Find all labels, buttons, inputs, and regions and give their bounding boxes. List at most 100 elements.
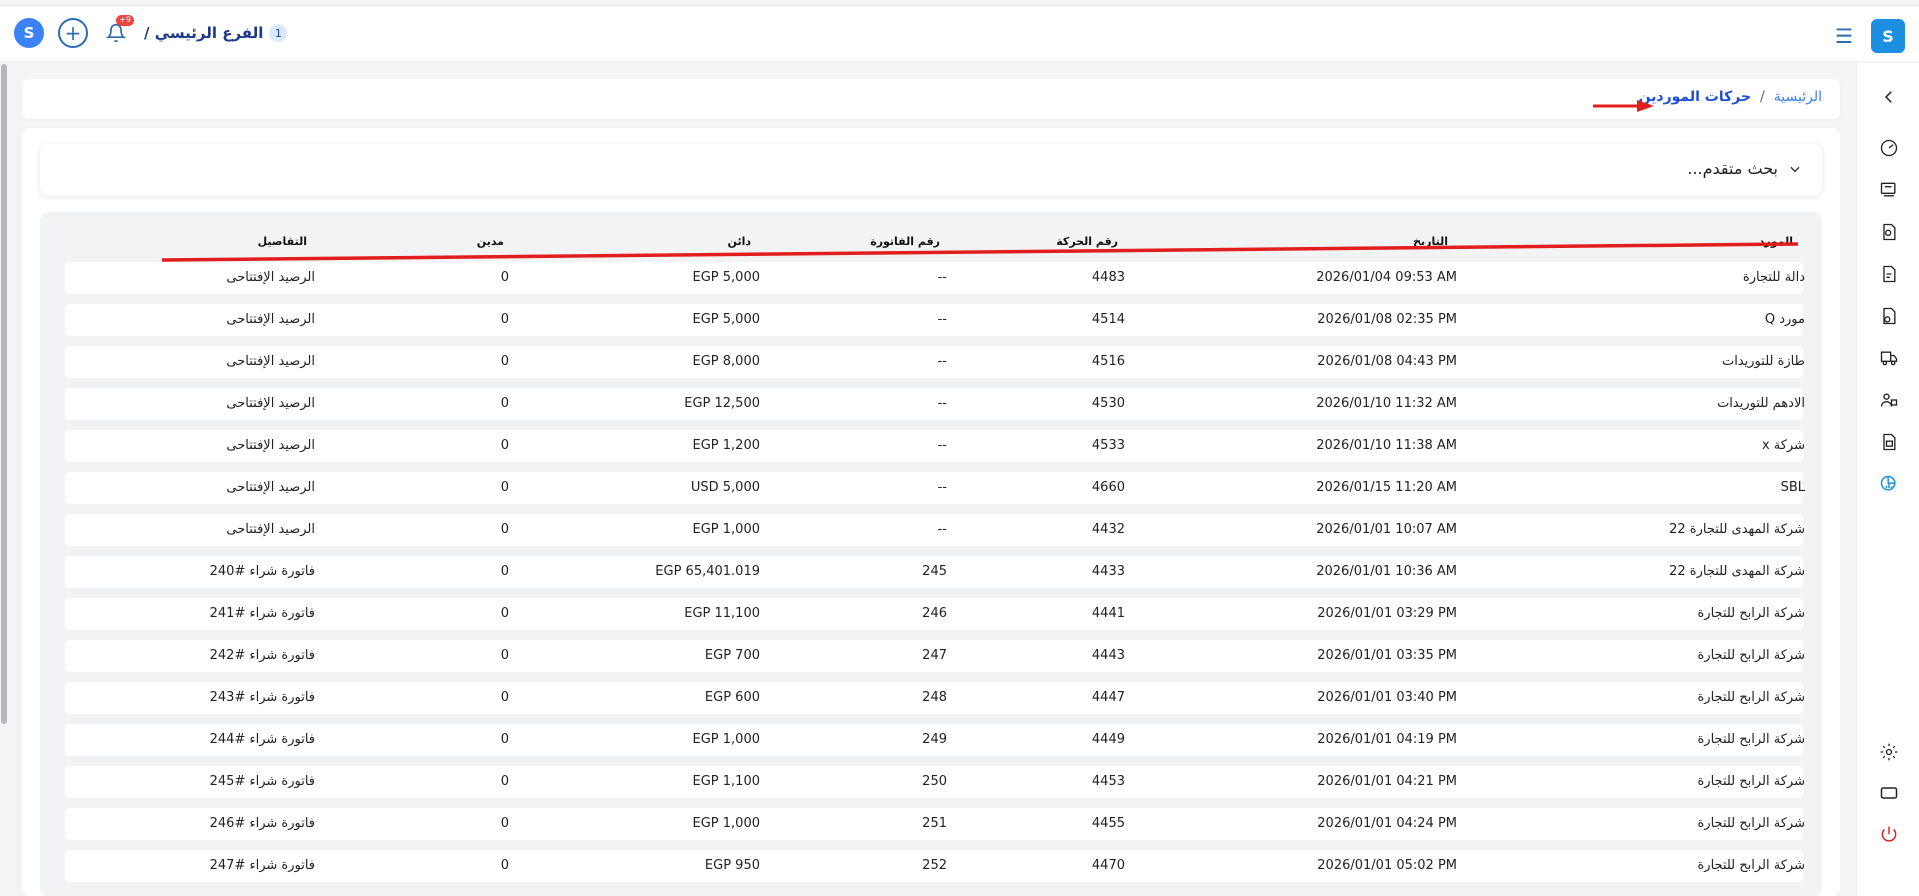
cell-supplier: شركة الرابح للتجارة: [1697, 648, 1806, 663]
cell-debit: 0: [500, 438, 509, 453]
add-button[interactable]: +: [58, 18, 88, 48]
cell-credit: EGP 1,000: [692, 522, 760, 537]
table-row[interactable]: شركة الرابح للتجارة 2026/01/01 04:21 PM 44…: [65, 766, 1806, 798]
brand-logo-icon[interactable]: S: [14, 18, 44, 48]
cell-debit: 0: [500, 606, 509, 621]
cell-details: فاتورة شراء #242: [209, 648, 315, 663]
cell-supplier: شركة المهدى للتجارة 22: [1669, 564, 1805, 579]
cell-credit: EGP 1,200: [692, 438, 760, 453]
table-row[interactable]: شركة الرابح للتجارة 2026/01/01 05:02 PM 44…: [65, 850, 1805, 882]
table-row[interactable]: شركة المهدى للتجارة 22 2026/01/01 10:07 A…: [65, 514, 1805, 546]
table-row[interactable]: طازة للتوريدات 2026/01/08 04:43 PM 4516 -- E…: [65, 346, 1805, 378]
cell-invoice-no: 249: [922, 732, 947, 747]
table-row[interactable]: SBL 2026/01/15 11:20 AM 4660 -- USD 5,000 0 ال…: [65, 472, 1805, 504]
cell-supplier: شركة الرابح للتجارة: [1697, 606, 1806, 621]
cell-invoice-no: --: [937, 522, 947, 537]
breadcrumb-home-link[interactable]: الرئيسية: [1774, 89, 1822, 105]
cell-supplier: شركة الرابح للتجارة: [1697, 816, 1806, 831]
cell-supplier: الادهم للتوريدات: [1717, 396, 1805, 411]
top-bar: S + +9 1 الفرع الرئيسي / ☰ S: [0, 5, 1919, 62]
table-row[interactable]: الادهم للتوريدات 2026/01/10 11:32 AM 4530 -…: [65, 388, 1805, 420]
cell-debit: 0: [500, 732, 509, 747]
branch-selector[interactable]: 1 الفرع الرئيسي /: [144, 24, 288, 42]
cell-debit: 0: [500, 312, 509, 327]
cell-credit: EGP 8,000: [692, 354, 760, 369]
cell-movement-no: 4483: [1091, 270, 1125, 285]
breadcrumb-separator: /: [1760, 89, 1765, 105]
cell-details: فاتورة شراء #244: [209, 732, 315, 747]
cell-movement-no: 4514: [1091, 312, 1125, 327]
cell-invoice-no: 251: [922, 816, 947, 831]
users-icon[interactable]: [1877, 388, 1901, 412]
cell-date: 2026/01/01 03:40 PM: [1317, 690, 1457, 705]
cell-movement-no: 4432: [1091, 522, 1125, 537]
table-row[interactable]: شركة الرابح للتجارة 2026/01/01 03:29 PM 44…: [65, 598, 1806, 630]
advanced-search-label: بحث متقدم...: [1687, 159, 1778, 178]
invoice-icon[interactable]: [1877, 262, 1901, 286]
cell-date: 2026/01/01 04:19 PM: [1317, 732, 1457, 747]
cell-invoice-no: --: [937, 312, 947, 327]
advanced-search-panel[interactable]: بحث متقدم...: [40, 144, 1822, 196]
page-scrollbar[interactable]: [0, 62, 8, 896]
cell-credit: EGP 1,100: [692, 774, 760, 789]
cell-credit: EGP 950: [704, 858, 760, 873]
cell-debit: 0: [500, 774, 509, 789]
app-logo-icon[interactable]: S: [1871, 19, 1905, 53]
branch-name: الفرع الرئيسي /: [144, 24, 264, 42]
cell-supplier: شركة x: [1761, 438, 1805, 453]
advanced-search-toggle[interactable]: بحث متقدم...: [1687, 159, 1802, 178]
delivery-icon[interactable]: [1877, 346, 1901, 370]
cell-details: فاتورة شراء #241: [209, 606, 315, 621]
cell-supplier: شركة الرابح للتجارة: [1697, 774, 1806, 789]
cell-debit: 0: [500, 354, 509, 369]
table-row[interactable]: شركة المهدى للتجارة 22 2026/01/01 10:36 A…: [65, 556, 1805, 588]
sidebar: [1856, 63, 1919, 896]
cell-movement-no: 4453: [1091, 774, 1125, 789]
cell-details: الرصيد الإفتتاحى: [226, 480, 315, 495]
cell-invoice-no: 247: [922, 648, 947, 663]
table-row[interactable]: شركة الرابح للتجارة 2026/01/01 04:19 PM 44…: [65, 724, 1805, 756]
screen-icon[interactable]: [1877, 781, 1901, 805]
accounting-icon[interactable]: [1877, 430, 1901, 454]
cell-date: 2026/01/01 05:02 PM: [1317, 858, 1457, 873]
cell-debit: 0: [500, 564, 509, 579]
cell-date: 2026/01/01 03:35 PM: [1317, 648, 1457, 663]
settings-icon[interactable]: [1877, 740, 1901, 764]
cell-details: فاتورة شراء #245: [209, 774, 315, 789]
top-bar-right: ☰ S: [1835, 19, 1905, 53]
table-row[interactable]: دالة للتجارة 2026/01/04 09:53 AM 4483 -- EGP…: [65, 262, 1805, 294]
table-row[interactable]: شركة الرابح للتجارة 2026/01/01 04:24 PM 44…: [65, 808, 1806, 840]
cell-credit: EGP 5,000: [692, 270, 760, 285]
cell-debit: 0: [500, 270, 509, 285]
notifications-button[interactable]: +9: [102, 15, 134, 47]
cell-details: الرصيد الإفتتاحى: [226, 438, 315, 453]
cell-debit: 0: [500, 690, 509, 705]
table-row[interactable]: مورد Q 2026/01/08 02:35 PM 4514 -- EGP 5,000…: [65, 304, 1805, 336]
cell-invoice-no: --: [937, 354, 947, 369]
cell-details: الرصيد الإفتتاحى: [226, 522, 315, 537]
cell-movement-no: 4455: [1091, 816, 1125, 831]
purchase-icon[interactable]: [1877, 304, 1901, 328]
dashboard-icon[interactable]: [1877, 136, 1901, 160]
cell-supplier: طازة للتوريدات: [1721, 354, 1805, 369]
menu-icon[interactable]: ☰: [1835, 24, 1853, 48]
pos-icon[interactable]: [1877, 178, 1901, 202]
cell-date: 2026/01/08 04:43 PM: [1317, 354, 1457, 369]
search-doc-icon[interactable]: [1877, 220, 1901, 244]
scrollbar-thumb[interactable]: [1, 64, 7, 724]
cell-invoice-no: --: [937, 480, 947, 495]
power-icon[interactable]: [1877, 822, 1901, 846]
cell-date: 2026/01/01 04:21 PM: [1317, 774, 1457, 789]
reports-icon[interactable]: [1877, 472, 1901, 496]
table-row[interactable]: شركة x 2026/01/10 11:38 AM 4533 -- EGP 1,200…: [65, 430, 1805, 462]
cell-supplier: SBL: [1780, 480, 1805, 495]
cell-date: 2026/01/01 10:07 AM: [1316, 522, 1457, 537]
cell-invoice-no: --: [937, 270, 947, 285]
table-row[interactable]: شركة الرابح للتجارة 2026/01/01 03:35 PM 44…: [65, 640, 1806, 672]
top-bar-left: S + +9 1 الفرع الرئيسي /: [14, 15, 288, 48]
cell-credit: EGP 700: [704, 648, 760, 663]
breadcrumb: الرئيسية / حركات الموردين: [1639, 89, 1822, 105]
cell-credit: EGP 1,000: [692, 816, 760, 831]
chevron-left-icon[interactable]: [1877, 85, 1901, 109]
table-row[interactable]: شركة الرابح للتجارة 2026/01/01 03:40 PM 44…: [65, 682, 1805, 714]
